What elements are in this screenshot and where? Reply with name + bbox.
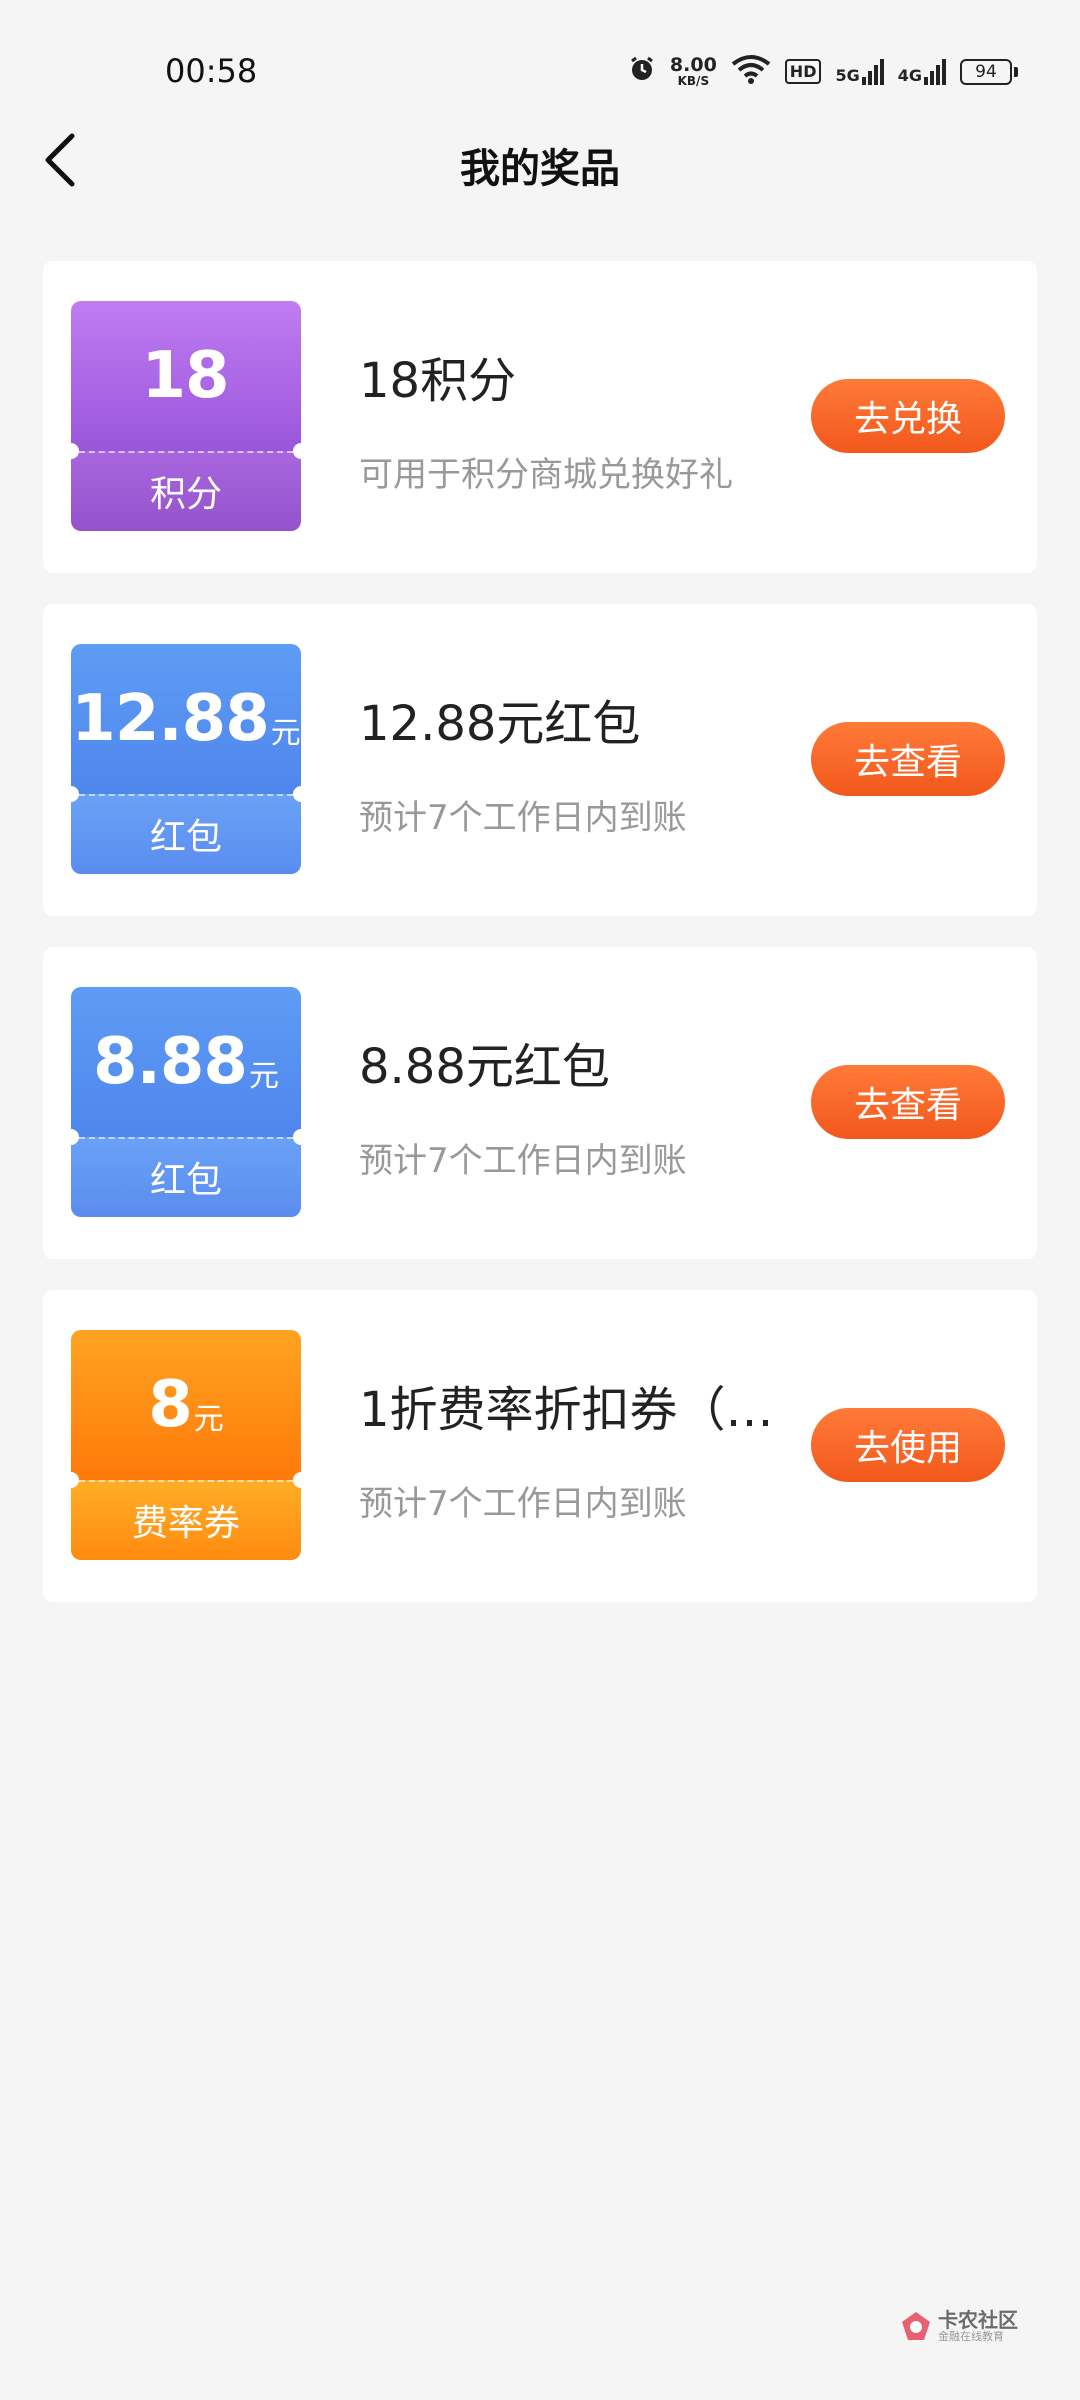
kanong-logo-icon bbox=[902, 2312, 930, 2341]
prize-card: 8.88 元 红包 8.88元红包 预计7个工作日内到账 去查看 bbox=[43, 947, 1037, 1259]
badge-value: 8 bbox=[148, 1368, 193, 1442]
watermark: 卡农社区 金融在线教育 bbox=[900, 2310, 1018, 2343]
badge-unit: 元 bbox=[270, 716, 301, 751]
status-time: 00:58 bbox=[165, 52, 258, 90]
prize-desc: 预计7个工作日内到账 bbox=[359, 1141, 687, 1181]
badge-unit: 元 bbox=[193, 1402, 224, 1437]
badge-value: 8.88 bbox=[93, 1025, 248, 1099]
prize-list: 18 积分 18积分 可用于积分商城兑换好礼 去兑换 12.88 元 红包 12… bbox=[43, 261, 1037, 1633]
prize-card: 8 元 费率券 1折费率折扣券（… 预计7个工作日内到账 去使用 bbox=[43, 1290, 1037, 1602]
view-button[interactable]: 去查看 bbox=[811, 722, 1005, 796]
battery-icon: 94 bbox=[960, 58, 1018, 85]
page-title: 我的奖品 bbox=[460, 146, 620, 192]
nav-header: 我的奖品 bbox=[0, 100, 1080, 220]
prize-badge: 8.88 元 红包 bbox=[71, 987, 301, 1217]
watermark-main: 卡农社区 bbox=[938, 2308, 1018, 2332]
prize-card: 12.88 元 红包 12.88元红包 预计7个工作日内到账 去查看 bbox=[43, 604, 1037, 916]
signal-5g-label: 5G bbox=[835, 65, 860, 85]
status-icons: 8.00 KB/S HD 5G 4G 94 bbox=[628, 54, 1018, 89]
badge-label: 积分 bbox=[71, 451, 301, 531]
wifi-icon bbox=[731, 54, 771, 89]
badge-label: 红包 bbox=[71, 1137, 301, 1217]
badge-unit: 元 bbox=[248, 1059, 279, 1094]
prize-name: 12.88元红包 bbox=[359, 696, 641, 752]
prize-badge: 18 积分 bbox=[71, 301, 301, 531]
signal-4g-icon: 4G bbox=[897, 58, 946, 85]
redeem-button[interactable]: 去兑换 bbox=[811, 379, 1005, 453]
prize-name: 8.88元红包 bbox=[359, 1039, 610, 1095]
prize-desc: 预计7个工作日内到账 bbox=[359, 1484, 687, 1524]
badge-label: 红包 bbox=[71, 794, 301, 874]
prize-name: 18积分 bbox=[359, 353, 517, 409]
signal-5g-icon: 5G bbox=[835, 58, 884, 85]
prize-card: 18 积分 18积分 可用于积分商城兑换好礼 去兑换 bbox=[43, 261, 1037, 573]
use-button[interactable]: 去使用 bbox=[811, 1408, 1005, 1482]
net-speed-value: 8.00 bbox=[669, 54, 717, 76]
signal-4g-label: 4G bbox=[897, 65, 922, 85]
prize-desc: 可用于积分商城兑换好礼 bbox=[359, 455, 733, 495]
prize-badge: 8 元 费率券 bbox=[71, 1330, 301, 1560]
net-speed: 8.00 KB/S bbox=[669, 54, 717, 88]
prize-name: 1折费率折扣券（… bbox=[359, 1382, 774, 1438]
badge-label: 费率券 bbox=[71, 1480, 301, 1560]
badge-value: 18 bbox=[141, 339, 229, 413]
prize-badge: 12.88 元 红包 bbox=[71, 644, 301, 874]
battery-level: 94 bbox=[960, 58, 1012, 85]
hd-icon: HD bbox=[784, 59, 822, 84]
net-speed-unit: KB/S bbox=[677, 74, 710, 88]
view-button[interactable]: 去查看 bbox=[811, 1065, 1005, 1139]
badge-value: 12.88 bbox=[71, 682, 269, 756]
watermark-sub: 金融在线教育 bbox=[938, 2330, 1004, 2343]
prize-desc: 预计7个工作日内到账 bbox=[359, 798, 687, 838]
alarm-icon bbox=[628, 55, 656, 88]
